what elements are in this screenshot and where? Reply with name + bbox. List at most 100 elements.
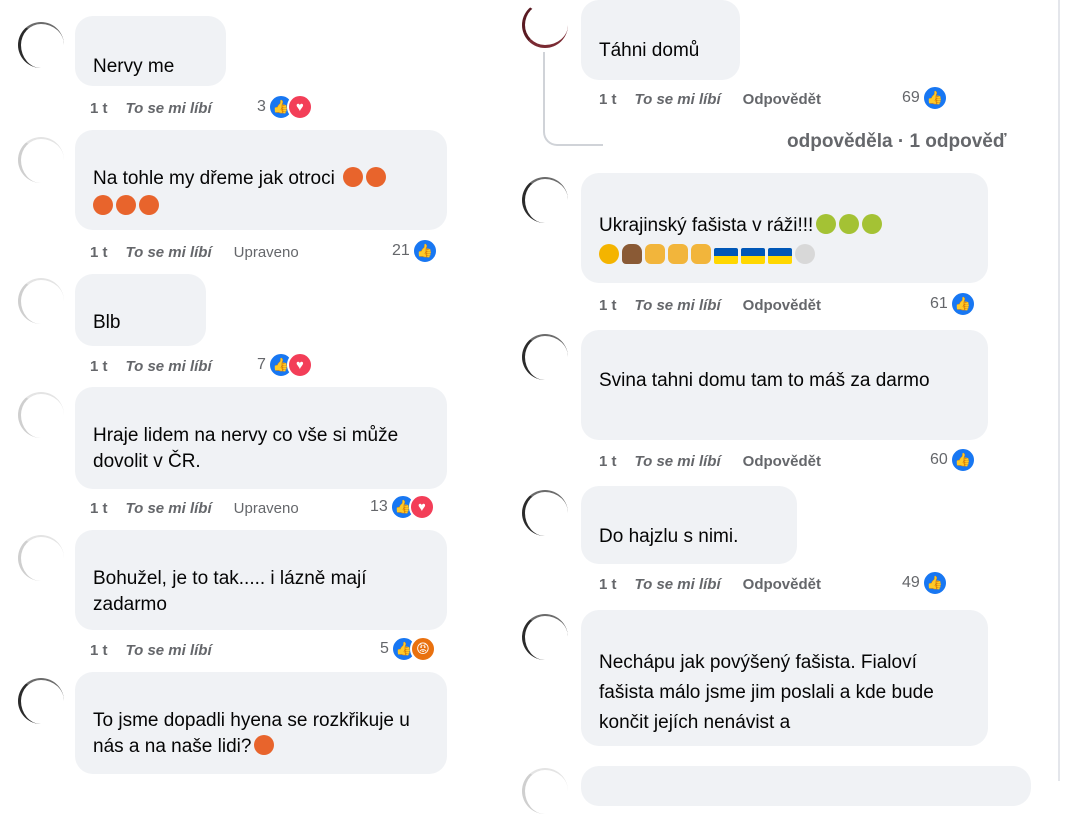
reaction-summary[interactable]: 61 👍 [930,291,976,317]
comment-time[interactable]: 1 t [599,91,617,108]
reply-link[interactable]: Odpovědět [743,576,821,593]
comment-time[interactable]: 1 t [90,358,108,375]
comment-bubble: Ukrajinský fašista v ráži!!! [581,173,988,283]
like-link[interactable]: To se mi líbí [635,91,721,108]
comment-time[interactable]: 1 t [90,500,108,517]
view-replies-link[interactable]: odpověděla · 1 odpověď [787,131,1007,153]
reaction-count: 49 [902,574,920,591]
like-link[interactable]: To se mi líbí [126,100,212,117]
reaction-count: 3 [257,98,266,115]
reaction-summary[interactable]: 5 👍 😡 [380,636,436,662]
pray-emoji-icon [645,244,665,264]
comment-text: Ukrajinský fašista v ráži!!! [599,215,814,236]
comment-meta: 1 t To se mi líbí Odpovědět [599,88,821,110]
ukraine-flag-icon [768,248,792,264]
comment-time[interactable]: 1 t [90,100,108,117]
reaction-count: 21 [392,242,410,259]
avatar[interactable] [18,22,64,68]
comment-text: Do hajzlu s nimi. [599,526,739,547]
angry-emoji-icon [139,195,159,215]
angry-icon: 😡 [409,636,436,662]
reply-link[interactable]: Odpovědět [743,91,821,108]
avatar[interactable] [18,137,64,183]
reply-link[interactable]: Odpovědět [743,297,821,314]
ukraine-flag-icon [741,248,765,264]
like-icon: 👍 [949,291,976,317]
reaction-count: 5 [380,640,389,657]
comment-text: Hraje lidem na nervy co vše si může dovo… [93,425,399,472]
comment-time[interactable]: 1 t [90,642,108,659]
comment-text: Blb [93,312,121,333]
pray-emoji-icon [691,244,711,264]
reaction-summary[interactable]: 7 👍 ♥ [257,352,313,378]
comment-bubble: Svina tahni domu tam to máš za darmo [581,330,988,440]
comment-meta: 1 t To se mi líbí Odpovědět [599,450,821,472]
avatar[interactable] [18,278,64,324]
comment-text: Svina tahni domu tam to máš za darmo [599,370,930,391]
comment-text: Táhni domů [599,40,700,61]
heart-icon: ♥ [286,352,313,378]
avatar[interactable] [18,535,64,581]
reaction-count: 61 [930,295,948,312]
comment-meta: 1 t To se mi líbí [90,639,234,661]
like-link[interactable]: To se mi líbí [126,500,212,517]
comment-bubble: Do hajzlu s nimi. [581,486,797,564]
heart-icon: ♥ [408,494,435,520]
like-icon: 👍 [921,570,948,596]
poop-emoji-icon [622,244,642,264]
reaction-count: 60 [930,451,948,468]
comment-time[interactable]: 1 t [599,576,617,593]
avatar[interactable] [18,678,64,724]
avatar[interactable] [522,334,568,380]
comment-time[interactable]: 1 t [599,297,617,314]
like-link[interactable]: To se mi líbí [126,244,212,261]
comment-text: To jsme dopadli hyena se rozkřikuje u ná… [93,710,410,757]
comment-meta: 1 t To se mi líbí [90,355,234,377]
like-link[interactable]: To se mi líbí [635,453,721,470]
like-icon: 👍 [949,447,976,473]
avatar[interactable] [522,614,568,660]
reaction-summary[interactable]: 3 👍 ♥ [257,94,313,120]
nauseated-emoji-icon [816,214,837,234]
reaction-summary[interactable]: 69 👍 [902,85,948,111]
comment-meta: 1 t To se mi líbí Odpovědět [599,294,821,316]
comment-time[interactable]: 1 t [90,244,108,261]
angry-emoji-icon [254,735,275,755]
reaction-summary[interactable]: 60 👍 [930,447,976,473]
avatar[interactable] [522,2,568,48]
reaction-summary[interactable]: 21 👍 [392,238,438,264]
comment-bubble: Táhni domů [581,0,740,80]
comment-text: Na tohle my dřeme jak otroci [93,168,335,189]
reply-link[interactable]: Odpovědět [743,453,821,470]
reaction-summary[interactable]: 49 👍 [902,570,948,596]
comment-meta: 1 t To se mi líbí [90,97,234,119]
skull-emoji-icon [795,244,815,264]
comment-meta: 1 t To se mi líbí Odpovědět [599,573,821,595]
reaction-count: 7 [257,356,266,373]
comment-text: Nechápu jak povýšený fašista. Fialoví fa… [599,652,934,733]
comment-bubble: Nechápu jak povýšený fašista. Fialoví fa… [581,610,988,746]
like-link[interactable]: To se mi líbí [126,642,212,659]
comment-bubble: Blb [75,274,206,346]
comment-meta: 1 t To se mi líbí Upraveno [90,497,299,519]
like-link[interactable]: To se mi líbí [126,358,212,375]
comment-bubble: Nervy me [75,16,226,86]
avatar[interactable] [522,768,568,814]
like-link[interactable]: To se mi líbí [635,297,721,314]
avatar[interactable] [522,490,568,536]
angry-emoji-icon [93,195,113,215]
avatar[interactable] [522,177,568,223]
pray-emoji-icon [668,244,688,264]
angry-emoji-icon [116,195,136,215]
edited-label[interactable]: Upraveno [234,244,299,261]
edited-label[interactable]: Upraveno [234,500,299,517]
comment-time[interactable]: 1 t [599,453,617,470]
like-link[interactable]: To se mi líbí [635,576,721,593]
comment-text: Nervy me [93,56,175,77]
shocked-emoji-icon [599,244,619,264]
comment-bubble: Bohužel, je to tak..... i lázně mají zad… [75,530,447,630]
scrollbar-track[interactable] [1058,0,1060,781]
avatar[interactable] [18,392,64,438]
reaction-summary[interactable]: 13 👍 ♥ [370,494,435,520]
comment-bubble: Na tohle my dřeme jak otroci [75,130,447,230]
